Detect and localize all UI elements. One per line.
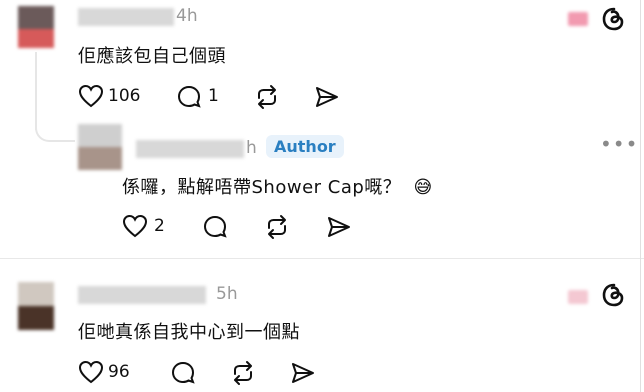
heart-icon[interactable] — [122, 214, 148, 238]
right-edge-border — [640, 0, 641, 392]
divider — [0, 258, 644, 259]
repost-icon[interactable] — [264, 214, 290, 240]
username[interactable] — [136, 140, 244, 158]
like-count: 106 — [108, 86, 141, 106]
reply-text: 係囉，點解唔帶Shower Cap嘅？ 😅 — [122, 173, 433, 199]
comment-text: 佢應該包自己個頭 — [78, 46, 226, 67]
share-icon[interactable] — [290, 360, 316, 386]
thread-connector — [35, 52, 37, 130]
repost-icon[interactable] — [254, 84, 280, 110]
reply-text-content: 係囉，點解唔帶Shower Cap嘅？ — [122, 177, 402, 198]
share-icon[interactable] — [314, 84, 340, 110]
thread-connector-curve — [35, 128, 75, 142]
username[interactable] — [78, 286, 206, 304]
timestamp: 5h — [216, 284, 238, 304]
avatar[interactable] — [18, 6, 54, 48]
share-icon[interactable] — [326, 214, 352, 240]
avatar[interactable] — [78, 124, 122, 170]
heart-icon[interactable] — [78, 360, 104, 384]
threads-logo-icon[interactable] — [601, 6, 627, 32]
username[interactable] — [78, 8, 174, 26]
heart-icon[interactable] — [78, 84, 104, 108]
avatar[interactable] — [18, 282, 54, 330]
timestamp: 4h — [176, 6, 198, 26]
more-icon[interactable]: ••• — [600, 132, 638, 156]
like-count: 2 — [154, 216, 165, 236]
like-count: 96 — [108, 362, 130, 382]
comment-icon[interactable] — [176, 84, 202, 110]
repost-icon[interactable] — [230, 360, 256, 386]
emoji-sweat-smile: 😅 — [413, 177, 433, 198]
user-badge — [568, 12, 588, 26]
comment-text: 佢哋真係自我中心到一個點 — [78, 322, 300, 343]
comment-icon[interactable] — [202, 214, 228, 240]
user-badge — [568, 290, 588, 304]
timestamp: h — [246, 138, 257, 158]
author-badge: Author — [266, 135, 344, 158]
threads-logo-icon[interactable] — [601, 282, 627, 308]
comment-icon[interactable] — [170, 360, 196, 386]
reply-count: 1 — [208, 86, 219, 106]
